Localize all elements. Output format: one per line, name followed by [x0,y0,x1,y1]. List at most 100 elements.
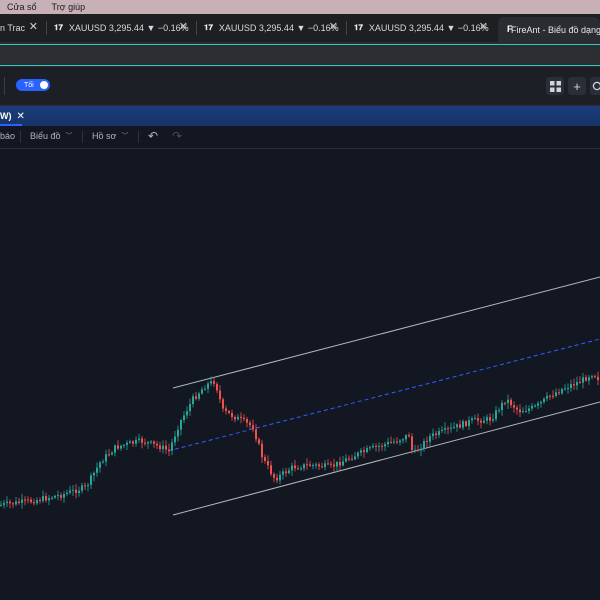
candle-body [456,424,458,428]
menu-window[interactable]: Cửa sổ [7,2,37,12]
candle-body [81,485,83,491]
channel-median-line[interactable] [167,338,600,452]
candle-body [471,418,473,421]
candle-body [150,441,152,443]
candle-body [534,405,536,407]
candle-body [522,411,524,413]
browser-tab-xauusd-2[interactable]: 𝟏𝟕 XAUUSD 3,295.44 ▼ −0.16% ✕ [196,14,346,42]
undo-icon[interactable]: ↶ [148,129,158,143]
theme-toggle[interactable]: Tối [16,79,50,91]
browser-tab-xauusd-3[interactable]: 𝟏𝟕 XAUUSD 3,295.44 ▼ −0.16% ✕ [346,14,496,42]
candle-body [489,417,491,421]
browser-tab-partial[interactable]: n Trac ✕ [0,14,46,42]
candle-body [147,442,149,444]
candle-body [378,445,380,447]
candle-body [294,465,296,469]
tradingview-icon: 𝟏𝟕 [354,23,363,32]
candle-body [447,428,449,430]
candle-body [543,398,545,403]
candle-body [453,427,455,429]
candle-body [129,441,131,443]
candle-body [354,456,356,460]
candle-body [507,399,509,404]
candle-body [219,390,221,400]
candle-body [51,497,53,499]
candle-body [285,471,287,474]
candle-body [420,448,422,451]
candle-body [36,500,38,504]
close-sheet-icon[interactable]: ✕ [17,111,25,122]
candle-body [216,383,218,391]
tab-label: FireAnt - Biểu đồ dạng [511,24,600,35]
tab-label: n Trac [0,23,26,33]
menu-divider [82,131,83,143]
menu-help[interactable]: Trợ giúp [52,2,86,12]
candle-body [513,405,515,408]
close-tab-icon[interactable]: ✕ [329,20,338,33]
candle-body [393,441,395,443]
candle-body [546,395,548,399]
candle-body [165,445,167,450]
candle-body [558,392,560,394]
candle-body [3,503,5,505]
app-toolbar [0,67,600,106]
candle-body [567,387,569,389]
browser-tab-fireant[interactable]: FireAnt - Biểu đồ dạng [498,17,600,42]
close-tab-icon[interactable]: ✕ [179,20,188,33]
candle-body [231,412,233,417]
menu-alerts[interactable]: báo [0,131,15,141]
candle-body [561,389,563,394]
menu-profile[interactable]: Hồ sơ ﹀ [92,131,128,141]
candle-body [537,403,539,406]
browser-tab-xauusd-1[interactable]: 𝟏𝟕 XAUUSD 3,295.44 ▼ −0.16% ✕ [46,14,196,42]
candle-body [189,404,191,412]
candle-body [426,440,428,442]
candle-body [198,393,200,399]
candle-body [126,442,128,446]
candle-body [387,441,389,445]
candle-body [276,477,278,481]
candle-body [303,464,305,469]
candle-body [75,489,77,494]
candle-body [114,445,116,453]
close-tab-icon[interactable]: ✕ [479,20,488,33]
candle-body [450,427,452,429]
candle-body [405,435,407,440]
candle-body [132,441,134,444]
sheet-tab[interactable]: W) ✕ [0,109,25,126]
candle-body [357,452,359,457]
candle-body [240,416,242,418]
candlestick-series [0,371,599,509]
candle-body [564,388,566,390]
candle-body [468,420,470,426]
menu-bar: Cửa sổ Trợ giúp [0,0,600,14]
candle-body [342,461,344,466]
candle-body [345,458,347,462]
close-tab-icon[interactable]: ✕ [29,20,38,33]
address-bar[interactable] [0,44,600,66]
candle-body [87,484,89,486]
candle-body [27,499,29,501]
candle-body [381,445,383,447]
candle-body [369,447,371,449]
candle-body [492,419,494,421]
layout-grid-button[interactable] [546,77,564,95]
price-chart[interactable] [0,149,600,600]
menu-profile-label: Hồ sơ [92,131,117,141]
candle-body [138,438,140,440]
search-button[interactable] [590,77,600,95]
sheet-tab-label: W) [0,111,12,121]
candle-body [33,502,35,504]
candle-body [366,448,368,452]
channel-upper-line[interactable] [172,276,600,389]
toolbar-divider [4,77,5,95]
redo-icon[interactable]: ↷ [172,129,182,143]
candle-body [168,449,170,451]
candle-body [72,489,74,491]
candle-body [324,463,326,468]
candle-body [63,494,65,498]
candle-body [54,495,56,498]
menu-chart[interactable]: Biểu đồ ﹀ [30,131,73,141]
candle-body [435,433,437,435]
add-button[interactable]: + [568,77,586,95]
